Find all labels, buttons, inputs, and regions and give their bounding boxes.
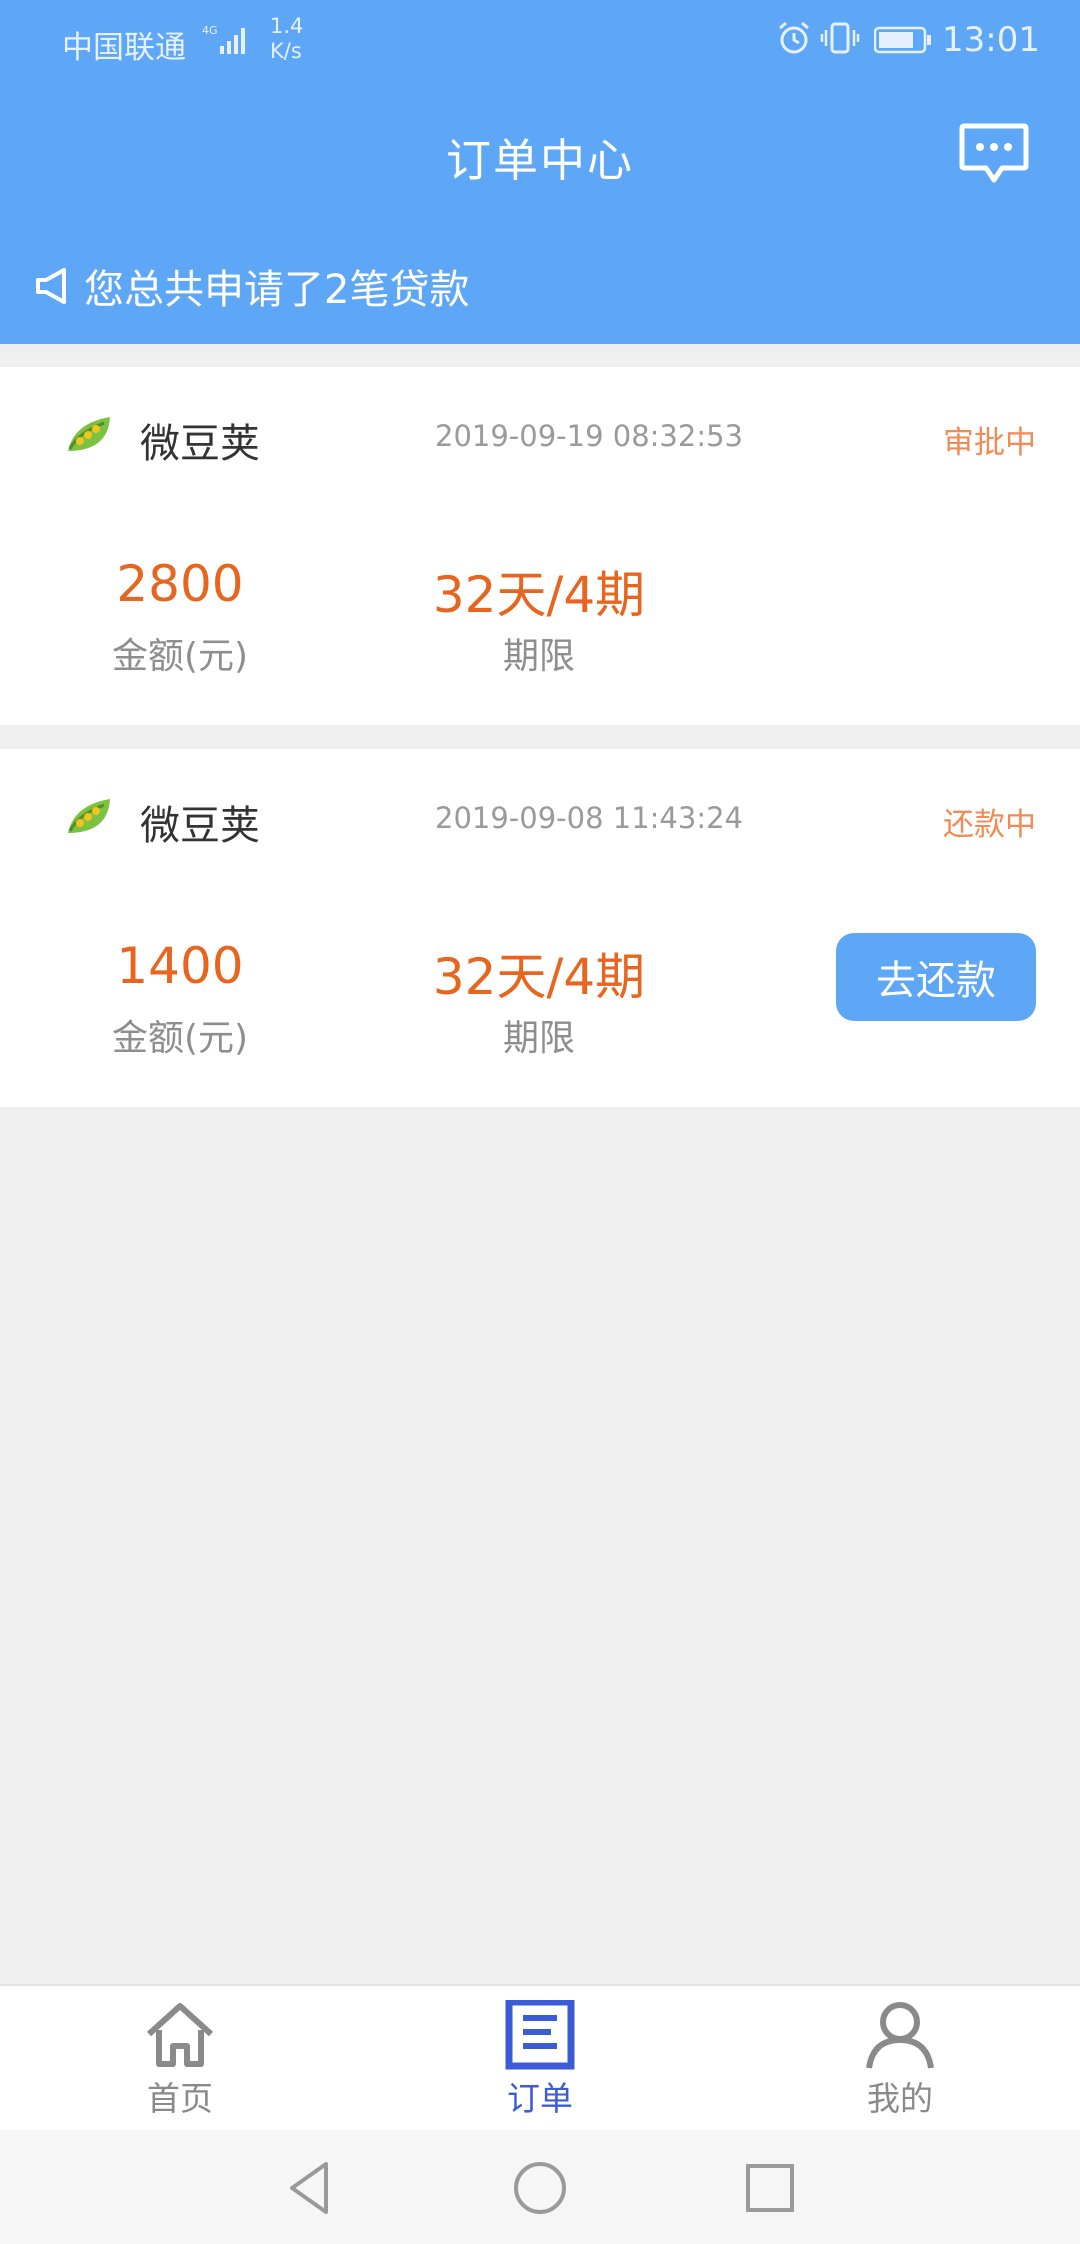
order-time: 2019-09-19 08:32:53 bbox=[435, 419, 743, 453]
carrier-name: 中国联通 bbox=[62, 30, 186, 66]
order-status: 审批中 bbox=[943, 425, 1036, 461]
repay-button[interactable]: 去还款 bbox=[836, 933, 1036, 1021]
tab-mine[interactable]: 我的 bbox=[800, 1986, 1000, 2132]
alarm-icon bbox=[779, 21, 809, 54]
loan-term: 32天/4期 bbox=[432, 566, 646, 624]
order-time: 2019-09-08 11:43:24 bbox=[435, 801, 743, 835]
bottom-tab-bar: 首页 订单 我的 bbox=[0, 1984, 1080, 2130]
tab-label: 订单 bbox=[507, 2079, 573, 2118]
back-triangle-icon[interactable] bbox=[280, 2158, 340, 2218]
person-icon bbox=[866, 2002, 934, 2069]
home-icon bbox=[146, 2003, 214, 2067]
tab-home[interactable]: 首页 bbox=[80, 1986, 280, 2132]
loan-count-notice: 您总共申请了2笔贷款 bbox=[34, 258, 469, 314]
loan-amount: 2800 bbox=[116, 555, 244, 613]
speed-unit: K/s bbox=[270, 39, 302, 63]
speed-value: 1.4 bbox=[270, 14, 304, 38]
loan-term-label: 期限 bbox=[502, 1018, 575, 1059]
signal-icon: 4G bbox=[202, 24, 245, 54]
tab-label: 首页 bbox=[147, 2079, 213, 2118]
loan-term-label: 期限 bbox=[502, 636, 575, 677]
tab-label: 我的 bbox=[867, 2079, 933, 2118]
page-title: 订单中心 bbox=[445, 134, 634, 187]
order-card[interactable]: 微豆荚 2019-09-19 08:32:53 审批中 2800 金额(元) 3… bbox=[0, 367, 1080, 725]
recent-square-icon[interactable] bbox=[740, 2158, 800, 2218]
battery-icon bbox=[874, 26, 931, 54]
pea-pod-logo-icon bbox=[68, 417, 110, 451]
vibrate-icon bbox=[820, 22, 860, 54]
product-name: 微豆荚 bbox=[140, 803, 260, 849]
header: 中国联通 4G 1.4 K/s 13:01 订单中心 您总共申请了2笔贷款 bbox=[0, 0, 1080, 344]
chat-bubble-icon[interactable] bbox=[958, 122, 1030, 186]
status-bar: 中国联通 4G 1.4 K/s 13:01 bbox=[0, 0, 1080, 80]
loan-amount-label: 金额(元) bbox=[111, 636, 249, 677]
megaphone-icon bbox=[36, 268, 66, 304]
pea-pod-logo-icon bbox=[68, 799, 110, 833]
loan-amount-label: 金额(元) bbox=[111, 1018, 249, 1059]
notice-text: 您总共申请了2笔贷款 bbox=[84, 267, 470, 313]
order-list-icon bbox=[505, 2000, 575, 2070]
tab-orders[interactable]: 订单 bbox=[440, 1986, 640, 2132]
home-circle-icon[interactable] bbox=[510, 2158, 570, 2218]
order-status: 还款中 bbox=[943, 807, 1036, 843]
svg-text:4G: 4G bbox=[202, 24, 218, 37]
loan-amount: 1400 bbox=[116, 937, 244, 995]
product-name: 微豆荚 bbox=[140, 421, 260, 467]
clock: 13:01 bbox=[942, 20, 1040, 60]
network-speed: 1.4 K/s bbox=[270, 14, 303, 64]
system-nav-bar bbox=[0, 2130, 1080, 2244]
loan-term: 32天/4期 bbox=[432, 948, 646, 1006]
order-card[interactable]: 微豆荚 2019-09-08 11:43:24 还款中 1400 金额(元) 3… bbox=[0, 749, 1080, 1107]
